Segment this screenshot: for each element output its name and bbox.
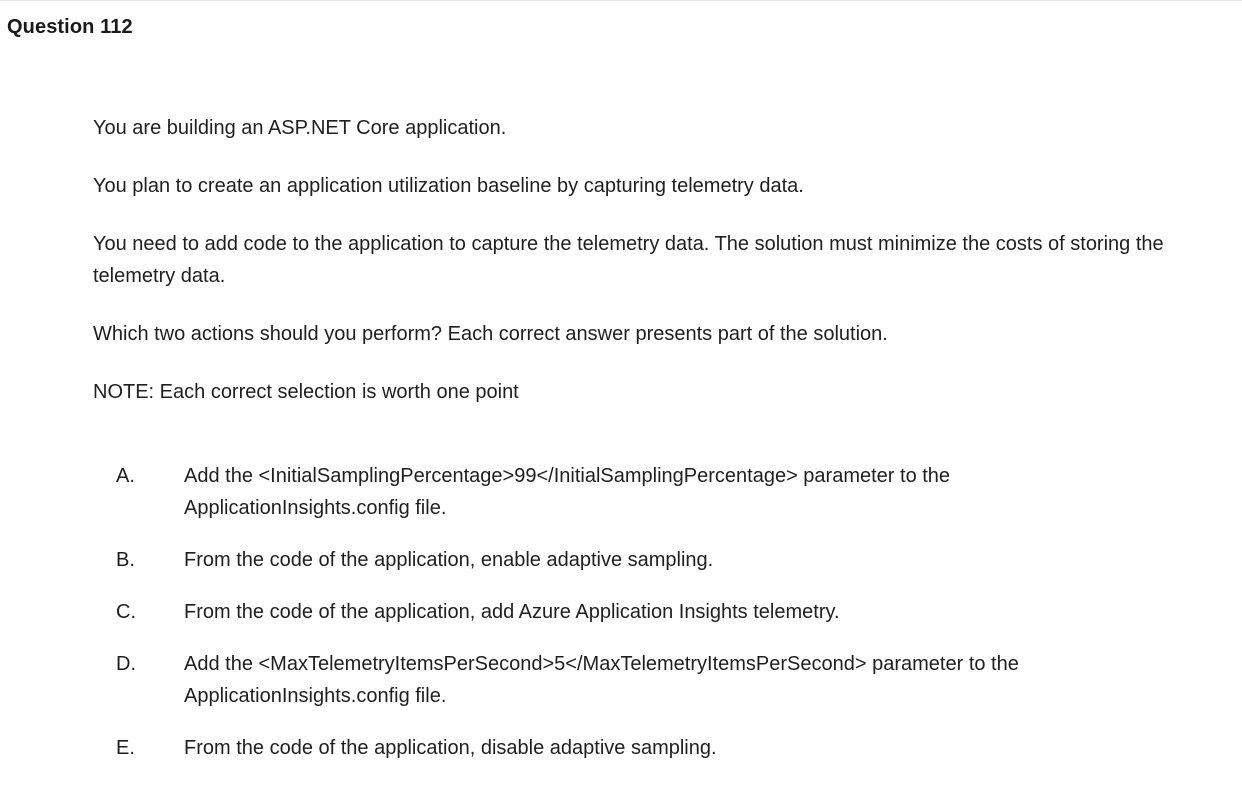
option-letter: A. — [116, 465, 135, 487]
stem-paragraph-2: You plan to create an application utiliz… — [93, 175, 804, 197]
option-c[interactable]: C. From the code of the application, add… — [0, 596, 1242, 628]
question-title: Question 112 — [7, 16, 133, 38]
option-letter: E. — [116, 737, 135, 759]
option-a[interactable]: A. Add the <InitialSamplingPercentage>99… — [0, 460, 1242, 524]
option-e[interactable]: E. From the code of the application, dis… — [0, 732, 1242, 764]
option-letter: C. — [116, 601, 136, 623]
option-text: Add the <InitialSamplingPercentage>99</I… — [184, 465, 951, 519]
option-letter: B. — [116, 549, 135, 571]
top-divider — [0, 0, 1242, 1]
stem-paragraph-3: You need to add code to the application … — [93, 233, 1164, 287]
question-stem: You are building an ASP.NET Core applica… — [93, 112, 1242, 408]
stem-note: NOTE: Each correct selection is worth on… — [93, 381, 519, 403]
option-text: From the code of the application, disabl… — [184, 737, 717, 759]
stem-paragraph-4: Which two actions should you perform? Ea… — [93, 323, 888, 345]
option-b[interactable]: B. From the code of the application, ena… — [0, 544, 1242, 576]
option-text: Add the <MaxTelemetryItemsPerSecond>5</M… — [184, 653, 1019, 707]
option-d[interactable]: D. Add the <MaxTelemetryItemsPerSecond>5… — [0, 648, 1242, 712]
option-text: From the code of the application, enable… — [184, 549, 714, 571]
answer-options: A. Add the <InitialSamplingPercentage>99… — [0, 460, 1242, 784]
option-letter: D. — [116, 653, 136, 675]
stem-paragraph-1: You are building an ASP.NET Core applica… — [93, 117, 507, 139]
option-text: From the code of the application, add Az… — [184, 601, 840, 623]
